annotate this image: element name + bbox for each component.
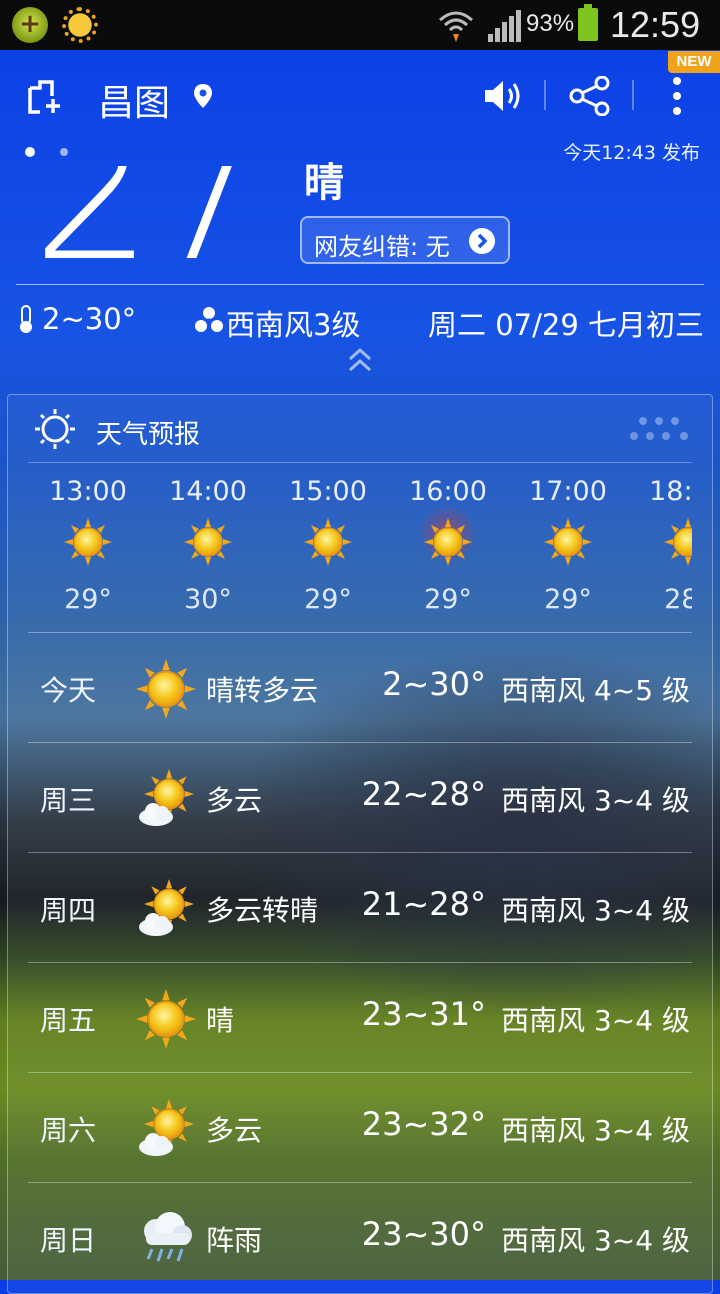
drag-handle-icon[interactable] (628, 416, 692, 442)
day-wind: 西南风 3~4 级 (501, 1004, 690, 1037)
day-condition: 阵雨 (206, 1224, 263, 1257)
thermometer-icon (20, 305, 32, 333)
divider (28, 462, 692, 463)
hour-temp: 29° (544, 584, 592, 615)
share-icon[interactable] (569, 76, 611, 116)
day-condition: 晴 (206, 1004, 235, 1037)
hour-temp: 29° (424, 584, 472, 615)
day-name: 周五 (40, 1004, 97, 1037)
weather-notification-icon (62, 7, 98, 43)
battery-icon (578, 4, 598, 41)
hourly-forecast[interactable]: 13:00 29° 14:00 30° 15:00 29° 16:00 29° … (28, 464, 692, 632)
sun-icon (664, 518, 692, 566)
signal-icon (488, 10, 521, 42)
hour-temp: 28° (664, 584, 692, 615)
publish-time: 今天12:43 发布 (563, 142, 700, 164)
app-notification-icon (12, 7, 48, 43)
daily-row[interactable]: 周四 多云转晴 21~28° 西南风 3~4 级 (28, 852, 692, 963)
current-date: 周二 07/29 七月初三 (427, 308, 704, 342)
day-range: 23~32° (361, 1105, 486, 1143)
day-name: 周三 (40, 784, 97, 817)
day-wind: 西南风 3~4 级 (501, 784, 690, 817)
hour-item: 14:00 30° (148, 464, 268, 632)
day-range: 22~28° (361, 775, 486, 813)
new-badge: NEW (668, 51, 720, 73)
location-pin-icon (194, 84, 212, 108)
page-indicator (25, 147, 68, 157)
day-condition: 晴转多云 (206, 674, 319, 707)
sun-icon (136, 659, 196, 719)
day-name: 今天 (40, 674, 97, 707)
sun-icon (136, 989, 196, 1049)
battery-percent: 93% (526, 10, 575, 37)
hour-time: 16:00 (409, 476, 487, 507)
day-name: 周六 (40, 1114, 97, 1147)
day-name: 周日 (40, 1224, 97, 1257)
partly-cloudy-icon (136, 769, 196, 829)
day-condition: 多云 (206, 1114, 263, 1147)
daily-row[interactable]: 今天 晴转多云 2~30° 西南风 4~5 级 (28, 632, 692, 743)
sun-outline-icon (35, 409, 75, 449)
day-wind: 西南风 3~4 级 (501, 894, 690, 927)
hour-time: 17:00 (529, 476, 607, 507)
correction-label: 网友纠错: 无 (314, 233, 450, 261)
add-city-icon[interactable] (26, 78, 62, 114)
hour-time: 18:00 (649, 476, 692, 507)
current-temperature: 27 (32, 82, 262, 303)
hour-item: 17:00 29° (508, 464, 628, 632)
daily-row[interactable]: 周五 晴 23~31° 西南风 3~4 级 (28, 962, 692, 1073)
day-range: 2~30° (382, 665, 486, 703)
day-condition: 多云转晴 (206, 894, 319, 927)
hour-temp: 29° (304, 584, 352, 615)
day-name: 周四 (40, 894, 97, 927)
hour-item: 13:00 29° (28, 464, 148, 632)
chevron-up-icon[interactable] (346, 346, 374, 374)
clock: 12:59 (610, 4, 701, 45)
current-condition: 晴 (304, 160, 344, 206)
more-menu-icon[interactable] (670, 76, 684, 116)
speaker-icon[interactable] (483, 78, 523, 114)
sun-icon (424, 518, 472, 566)
chevron-right-icon (469, 228, 495, 254)
wifi-icon (439, 11, 473, 42)
city-name[interactable]: 昌图 (98, 74, 170, 126)
sun-icon (544, 518, 592, 566)
sun-icon (184, 518, 232, 566)
hour-item: 15:00 29° (268, 464, 388, 632)
day-wind: 西南风 3~4 级 (501, 1224, 690, 1257)
day-range: 23~30° (361, 1215, 486, 1253)
daily-row[interactable]: 周六 多云 23~32° 西南风 3~4 级 (28, 1072, 692, 1183)
sun-icon (64, 518, 112, 566)
sun-icon (304, 518, 352, 566)
temperature-range: 2~30° (42, 302, 137, 336)
day-wind: 西南风 4~5 级 (501, 674, 690, 707)
daily-row[interactable]: 周三 多云 22~28° 西南风 3~4 级 (28, 742, 692, 853)
hour-time: 15:00 (289, 476, 367, 507)
partly-cloudy-icon (136, 879, 196, 939)
correction-button[interactable]: 网友纠错: 无 (300, 216, 510, 264)
forecast-title: 天气预报 (96, 420, 201, 450)
hour-item: 18:00 28° (628, 464, 692, 632)
status-bar: 93% 12:59 (0, 0, 720, 50)
rain-shower-icon (136, 1209, 196, 1269)
hour-temp: 29° (64, 584, 112, 615)
header-divider (544, 80, 546, 110)
hour-time: 13:00 (49, 476, 127, 507)
header-divider (632, 80, 634, 110)
wind-icon (195, 307, 223, 332)
daily-row[interactable]: 周日 阵雨 23~30° 西南风 3~4 级 (28, 1182, 692, 1293)
current-wind: 西南风3级 (226, 308, 361, 342)
day-range: 21~28° (361, 885, 486, 923)
hour-item-current: 16:00 29° (388, 464, 508, 632)
day-wind: 西南风 3~4 级 (501, 1114, 690, 1147)
day-range: 23~31° (361, 995, 486, 1033)
hour-time: 14:00 (169, 476, 247, 507)
hour-temp: 30° (184, 584, 232, 615)
day-condition: 多云 (206, 784, 263, 817)
divider (16, 284, 704, 285)
partly-cloudy-icon (136, 1099, 196, 1159)
